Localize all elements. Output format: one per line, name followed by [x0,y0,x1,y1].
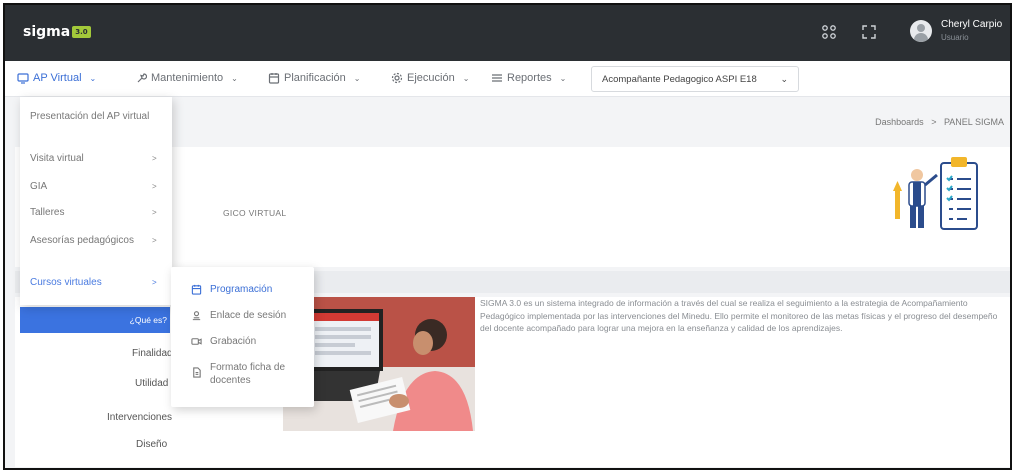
checklist-illustration [893,157,978,230]
chevron-down-icon: ⌄ [353,73,361,83]
breadcrumb: Dashboards > PANEL SIGMA [875,117,1004,127]
chevron-down-icon: ⌄ [89,73,97,83]
breadcrumb-panel-sigma: PANEL SIGMA [943,117,1004,127]
role-select-value: Acompañante Pedagogico ASPI E18 [602,73,757,85]
chevron-right-icon: > [152,154,157,163]
header-card-title: GICO VIRTUAL [223,208,287,218]
cursos-virtuales-submenu: Programación Enlace de sesión Grabación … [171,267,314,407]
dropdown-item-label: Talleres [30,207,65,218]
chevron-down-icon: ⌄ [780,73,788,84]
top-bar: sigma 3.0 Cheryl Carpio Usuario [5,5,1010,61]
fullscreen-icon[interactable] [861,24,877,40]
dropdown-item-talleres[interactable]: Talleres > [20,207,172,219]
chevron-right-icon: > [152,208,157,217]
role-select[interactable]: Acompañante Pedagogico ASPI E18 ⌄ [591,66,799,92]
sidebar-item-finalidad[interactable]: Finalidad [132,348,173,359]
dropdown-item-cursos-virtuales[interactable]: Cursos virtuales > [20,277,172,289]
submenu-item-label: Enlace de sesión [210,310,287,321]
menu-ejecucion[interactable]: Ejecución ⌄ [391,72,469,84]
submenu-item-label: Programación [210,284,273,295]
sidebar-item-que-es[interactable]: ¿Qué es? [20,307,170,333]
menu-planificacion[interactable]: Planificación ⌄ [268,72,360,84]
menu-ap-virtual-label: AP Virtual [33,72,82,84]
list-icon [492,74,502,82]
chevron-right-icon: > [152,182,157,191]
sidebar-item-que-es-label: ¿Qué es? [129,315,167,325]
submenu-item-enlace-sesion[interactable]: Enlace de sesión [191,309,286,322]
user-name[interactable]: Cheryl Carpio [941,19,1002,30]
user-role: Usuario [941,33,969,42]
submenu-item-label: Grabación [210,336,257,347]
chevron-right-icon: > [152,236,157,245]
video-icon [191,338,202,345]
chevron-down-icon: ⌄ [462,73,470,83]
dropdown-item-gia[interactable]: GIA > [20,181,172,193]
user-avatar[interactable] [910,20,932,42]
dropdown-item-visita-virtual[interactable]: Visita virtual > [20,153,172,165]
dropdown-item-label: Presentación del AP virtual [30,111,150,122]
calendar-icon [191,284,202,295]
submenu-item-grabacion[interactable]: Grabación [191,335,256,348]
sidebar-item-intervenciones[interactable]: Intervenciones [107,412,172,423]
dropdown-item-asesorias[interactable]: Asesorías pedagógicos > [20,235,157,247]
dropdown-item-label: Cursos virtuales [30,277,102,288]
document-icon [193,367,201,378]
sigma-description: SIGMA 3.0 es un sistema integrado de inf… [480,298,998,333]
menu-ejecucion-label: Ejecución [407,72,455,84]
menu-reportes-label: Reportes [507,72,552,84]
submenu-item-programacion[interactable]: Programación [191,283,272,296]
dropdown-item-label: GIA [30,181,48,192]
apps-grid-icon[interactable] [821,24,837,40]
app-logo[interactable]: sigma 3.0 [23,24,91,40]
menu-reportes[interactable]: Reportes ⌄ [491,72,566,84]
app-frame: sigma 3.0 Cheryl Carpio Usuario AP Virtu… [3,3,1012,470]
sidebar-item-utilidad[interactable]: Utilidad [135,378,168,389]
submenu-item-formato-ficha[interactable]: Formato ficha de docentes [191,361,301,387]
dropdown-item-label: Visita virtual [30,153,84,164]
chevron-down-icon: ⌄ [231,73,238,83]
dropdown-item-presentacion[interactable]: Presentación del AP virtual [20,111,172,123]
chevron-down-icon: ⌄ [559,73,567,83]
breadcrumb-separator: > [931,117,937,127]
sidebar-item-diseno[interactable]: Diseño [136,439,167,450]
main-menu-bar: AP Virtual ⌄ Mantenimiento ⌄ Planificaci… [5,61,1010,97]
gear-icon [391,72,403,84]
menu-planificacion-label: Planificación [284,72,346,84]
monitor-icon [17,73,29,84]
menu-mantenimiento-label: Mantenimiento [151,72,224,84]
logo-text: sigma [23,24,71,40]
ap-virtual-dropdown: Presentación del AP virtual Visita virtu… [20,97,172,305]
tools-icon [137,73,147,83]
calendar-icon [268,73,280,84]
breadcrumb-dashboards[interactable]: Dashboards [875,117,924,127]
logo-badge: 3.0 [72,26,91,38]
dropdown-item-label: Asesorías pedagógicos [30,235,134,246]
menu-mantenimiento[interactable]: Mantenimiento ⌄ [135,72,238,84]
submenu-item-label: Formato ficha de docentes [210,362,286,386]
user-link-icon [192,311,201,321]
chevron-right-icon: > [152,278,157,287]
menu-ap-virtual[interactable]: AP Virtual ⌄ [17,72,96,84]
